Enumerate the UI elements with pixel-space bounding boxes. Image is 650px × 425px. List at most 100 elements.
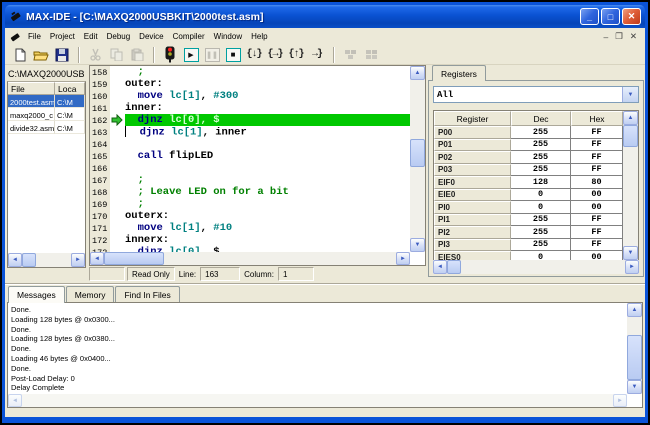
- scroll-down-icon[interactable]: ▼: [627, 380, 642, 394]
- file-list-header-loca[interactable]: Loca: [55, 82, 85, 95]
- register-name[interactable]: P03: [434, 164, 511, 177]
- scroll-up-icon[interactable]: ▲: [623, 111, 638, 125]
- run-to-cursor-icon[interactable]: →}: [307, 45, 327, 64]
- file-list-row[interactable]: 2000test.asmC:\M: [8, 95, 85, 108]
- file-location[interactable]: C:\M: [55, 95, 85, 108]
- register-row[interactable]: P02255FF: [434, 151, 623, 164]
- file-location[interactable]: C:\M: [55, 108, 85, 121]
- scroll-right-icon[interactable]: ►: [613, 394, 627, 407]
- mdi-close-button[interactable]: ✕: [630, 31, 637, 42]
- file-list-header-file[interactable]: File: [8, 82, 55, 95]
- menu-debug[interactable]: Debug: [104, 30, 134, 43]
- registers-hscrollbar[interactable]: ◄ ►: [433, 260, 639, 274]
- register-name[interactable]: P02: [434, 151, 511, 164]
- register-row[interactable]: PI1255FF: [434, 214, 623, 227]
- scroll-left-icon[interactable]: ◄: [90, 252, 104, 265]
- scroll-thumb[interactable]: [627, 335, 642, 380]
- mdi-restore-button[interactable]: ❐: [615, 31, 623, 42]
- scroll-left-icon[interactable]: ◄: [433, 260, 447, 274]
- scroll-up-icon[interactable]: ▲: [627, 303, 642, 317]
- maximize-button[interactable]: □: [601, 8, 620, 25]
- code-line[interactable]: [125, 138, 410, 150]
- scroll-thumb[interactable]: [104, 252, 164, 265]
- editor-hscrollbar[interactable]: ◄ ►: [90, 252, 410, 265]
- new-file-icon[interactable]: [10, 45, 30, 64]
- register-filter-dropdown[interactable]: All ▼: [433, 86, 639, 103]
- file-name[interactable]: divide32.asm: [8, 121, 55, 134]
- menu-project[interactable]: Project: [47, 30, 78, 43]
- register-name[interactable]: EIES0: [434, 251, 511, 260]
- code-line[interactable]: inner:: [125, 102, 410, 114]
- register-row[interactable]: PI2255FF: [434, 226, 623, 239]
- minimize-button[interactable]: _: [580, 8, 599, 25]
- step-into-icon[interactable]: {↓}: [244, 45, 264, 64]
- register-name[interactable]: PI3: [434, 239, 511, 252]
- menu-compiler[interactable]: Compiler: [170, 30, 208, 43]
- register-row[interactable]: P00255FF: [434, 126, 623, 139]
- run-icon[interactable]: ▶: [181, 45, 201, 64]
- register-row[interactable]: PI0000: [434, 201, 623, 214]
- scroll-thumb[interactable]: [22, 253, 36, 267]
- register-name[interactable]: P00: [434, 126, 511, 139]
- register-name[interactable]: PI0: [434, 201, 511, 214]
- tab-memory[interactable]: Memory: [66, 286, 115, 302]
- tab-messages[interactable]: Messages: [8, 286, 65, 303]
- step-out-icon[interactable]: {↑}: [286, 45, 306, 64]
- scroll-right-icon[interactable]: ►: [625, 260, 639, 274]
- tab-find-in-files[interactable]: Find In Files: [115, 286, 179, 302]
- registers-vscrollbar[interactable]: ▲ ▼: [623, 111, 638, 260]
- code-line[interactable]: djnz lc[0], $: [125, 114, 410, 126]
- scroll-thumb[interactable]: [447, 260, 461, 274]
- code-line[interactable]: ;: [125, 198, 410, 210]
- scroll-left-icon[interactable]: ◄: [8, 253, 22, 267]
- scroll-down-icon[interactable]: ▼: [410, 238, 425, 252]
- menu-window[interactable]: Window: [211, 30, 245, 43]
- code-line[interactable]: outerx:: [125, 210, 410, 222]
- code-line[interactable]: ;: [125, 66, 410, 78]
- register-name[interactable]: PI2: [434, 226, 511, 239]
- messages-vscrollbar[interactable]: ▲ ▼: [627, 303, 642, 394]
- editor-vscrollbar[interactable]: ▲ ▼: [410, 66, 425, 252]
- code-line[interactable]: ; Leave LED on for a bit: [125, 186, 410, 198]
- register-row[interactable]: EIE0000: [434, 189, 623, 202]
- code-line[interactable]: [125, 162, 410, 174]
- code-lines[interactable]: ;outer: move lc[1], #300inner: djnz lc[0…: [125, 66, 410, 252]
- register-row[interactable]: P01255FF: [434, 139, 623, 152]
- menu-device[interactable]: Device: [136, 30, 166, 43]
- register-row[interactable]: EIES0000: [434, 251, 623, 260]
- file-list-row[interactable]: maxq2000_cC:\M: [8, 108, 85, 121]
- code-line[interactable]: move lc[1], #10: [125, 222, 410, 234]
- registers-header-register[interactable]: Register: [434, 111, 511, 126]
- scroll-right-icon[interactable]: ►: [396, 252, 410, 265]
- stop-icon[interactable]: ■: [223, 45, 243, 64]
- menu-file[interactable]: File: [25, 30, 44, 43]
- registers-header-dec[interactable]: Dec: [511, 111, 571, 126]
- file-name[interactable]: maxq2000_c: [8, 108, 55, 121]
- scroll-left-icon[interactable]: ◄: [8, 394, 22, 407]
- register-name[interactable]: EIE0: [434, 189, 511, 202]
- scroll-right-icon[interactable]: ►: [71, 253, 85, 267]
- open-folder-icon[interactable]: [31, 45, 51, 64]
- file-location[interactable]: C:\M: [55, 121, 85, 134]
- registers-header-hex[interactable]: Hex: [571, 111, 623, 126]
- chevron-down-icon[interactable]: ▼: [622, 87, 638, 102]
- register-row[interactable]: EIF012880: [434, 176, 623, 189]
- register-name[interactable]: PI1: [434, 214, 511, 227]
- code-line[interactable]: innerx:: [125, 234, 410, 246]
- traffic-light-icon[interactable]: [160, 45, 180, 64]
- register-name[interactable]: EIF0: [434, 176, 511, 189]
- mdi-minimize-button[interactable]: –: [604, 32, 609, 42]
- messages-log[interactable]: Done.Loading 128 bytes @ 0x0300...Done.L…: [11, 305, 625, 393]
- register-row[interactable]: P03255FF: [434, 164, 623, 177]
- register-row[interactable]: PI3255FF: [434, 239, 623, 252]
- code-line[interactable]: move lc[1], #300: [125, 90, 410, 102]
- code-line[interactable]: outer:: [125, 78, 410, 90]
- scroll-thumb[interactable]: [623, 125, 638, 147]
- scroll-down-icon[interactable]: ▼: [623, 246, 638, 260]
- scroll-thumb[interactable]: [410, 139, 425, 167]
- close-button[interactable]: ✕: [622, 8, 641, 25]
- file-name[interactable]: 2000test.asm: [8, 95, 55, 108]
- code-line[interactable]: djnz lc[1], inner: [125, 126, 410, 138]
- register-name[interactable]: P01: [434, 139, 511, 152]
- panel-separator[interactable]: [5, 283, 645, 285]
